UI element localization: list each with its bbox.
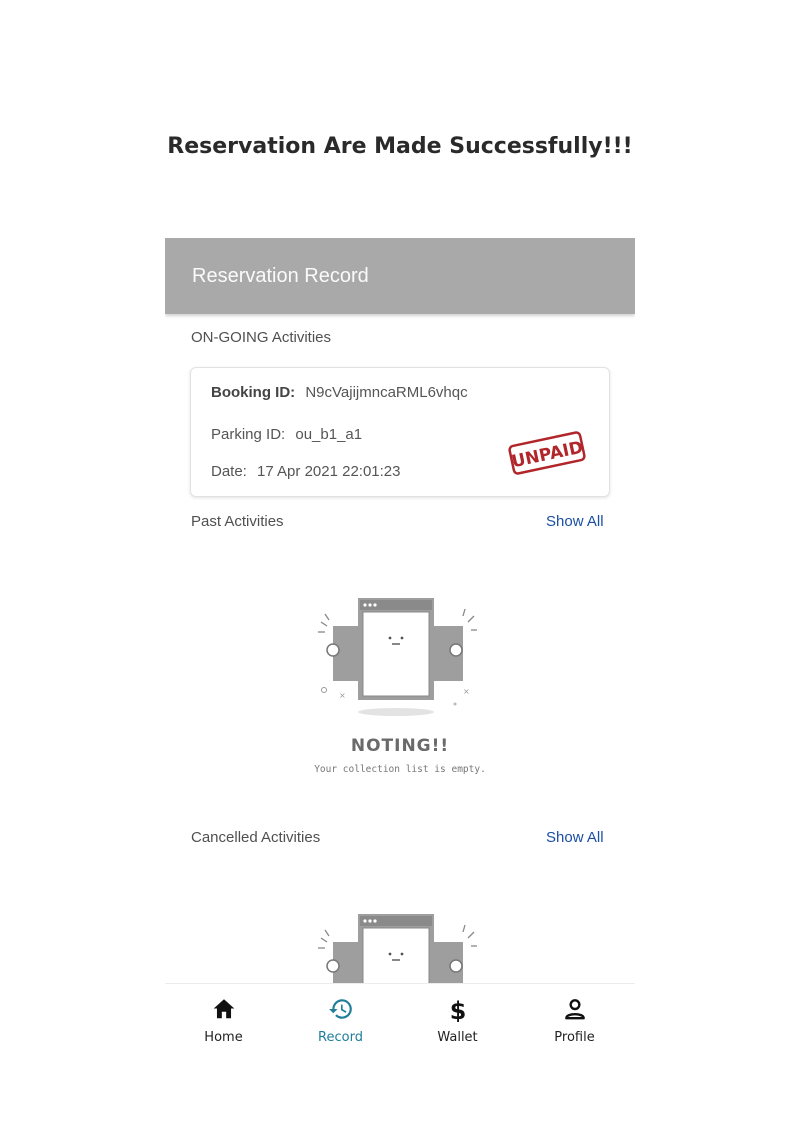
svg-text:×: × — [463, 687, 470, 696]
cancelled-section-label: Cancelled Activities — [191, 829, 321, 846]
empty-list-illustration: × × — [318, 598, 477, 716]
nav-home[interactable]: Home — [165, 984, 282, 1060]
cancelled-show-all-link[interactable]: Show All — [546, 829, 604, 846]
person-icon — [565, 999, 585, 1020]
success-caption: Reservation Are Made Successfully!!! — [167, 134, 633, 159]
booking-id-label: Booking ID: — [211, 384, 296, 401]
date-label: Date: — [211, 463, 247, 480]
app-bar: Reservation Record — [165, 238, 635, 314]
nav-record-label: Record — [318, 1030, 363, 1045]
empty-list-illustration — [318, 914, 477, 983]
parking-id-value: ou_b1_a1 — [295, 426, 363, 443]
parking-id-row: Parking ID: ou_b1_a1 — [211, 426, 362, 443]
past-section-label: Past Activities — [191, 513, 284, 530]
bottom-navigation: Home Record $ Wallet Profile — [165, 983, 635, 1060]
booking-id-row: Booking ID: N9cVajijmncaRML6vhqc — [211, 384, 468, 401]
app-bar-title: Reservation Record — [192, 265, 369, 287]
ongoing-section-label: ON-GOING Activities — [191, 329, 332, 346]
ongoing-booking-card[interactable]: Booking ID: N9cVajijmncaRML6vhqc Parking… — [190, 367, 610, 497]
parking-id-label: Parking ID: — [211, 426, 286, 443]
nav-wallet-label: Wallet — [437, 1030, 478, 1045]
home-icon — [213, 999, 235, 1019]
empty-state-title: NOTING!! — [350, 736, 450, 756]
date-row: Date: 17 Apr 2021 22:01:23 — [211, 463, 401, 480]
nav-profile-label: Profile — [554, 1030, 595, 1045]
svg-text:$: $ — [450, 997, 467, 1022]
svg-text:×: × — [339, 691, 346, 700]
nav-home-label: Home — [204, 1030, 243, 1045]
dollar-icon: $ — [450, 997, 467, 1022]
past-show-all-link[interactable]: Show All — [546, 513, 604, 530]
nav-record[interactable]: Record — [282, 984, 399, 1060]
app-screen: Reservation Record ON-GOING Activities B… — [165, 238, 635, 1060]
history-icon — [329, 999, 352, 1019]
nav-wallet[interactable]: $ Wallet — [399, 984, 516, 1060]
unpaid-stamp: UNPAID — [508, 431, 586, 475]
empty-state-subtitle: Your collection list is empty. — [314, 764, 486, 775]
date-value: 17 Apr 2021 22:01:23 — [257, 463, 401, 480]
booking-id-value: N9cVajijmncaRML6vhqc — [305, 384, 468, 401]
nav-profile[interactable]: Profile — [516, 984, 633, 1060]
